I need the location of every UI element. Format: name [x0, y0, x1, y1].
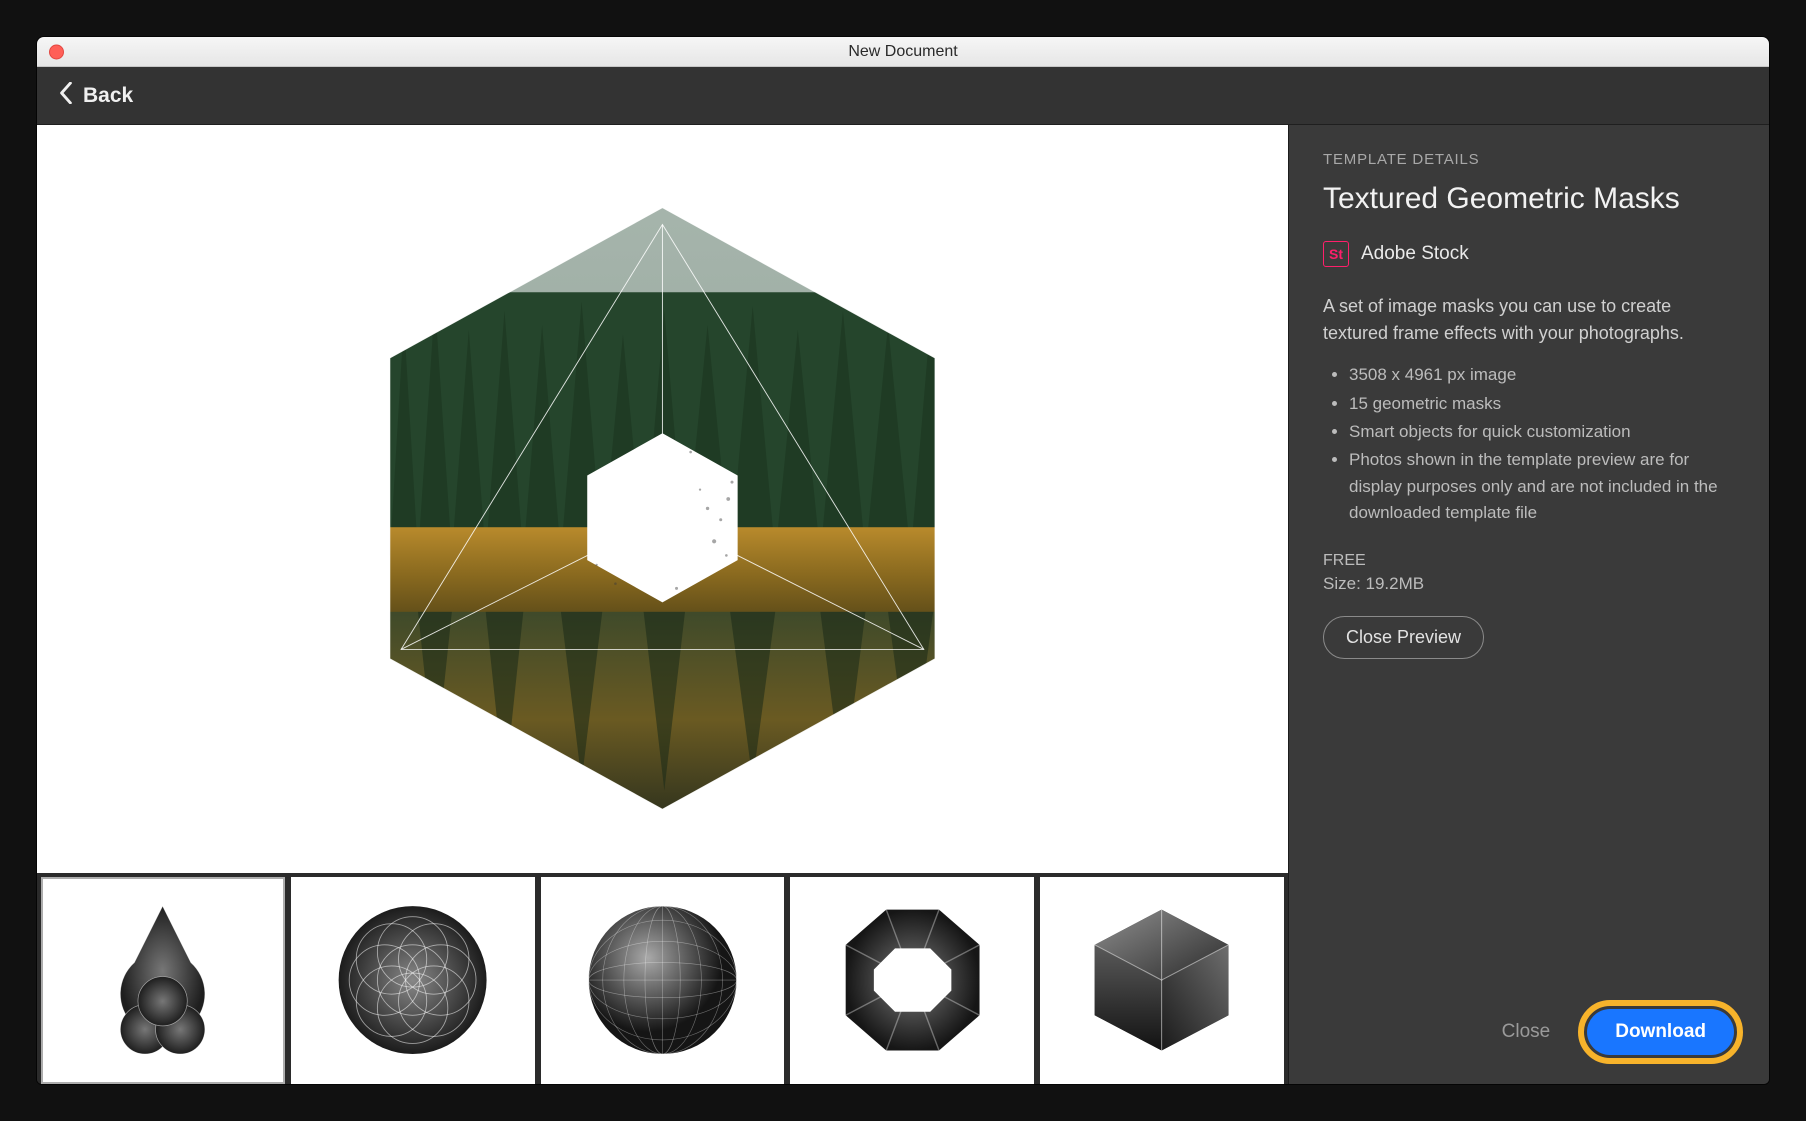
thumbnail-5[interactable]	[1040, 877, 1284, 1084]
thumbnail-4[interactable]	[790, 877, 1034, 1084]
thumbnail-strip	[37, 873, 1288, 1084]
main-preview[interactable]	[37, 125, 1288, 873]
top-nav-bar: Back	[37, 67, 1769, 125]
template-description: A set of image masks you can use to crea…	[1323, 293, 1735, 349]
preview-panel	[37, 125, 1289, 1084]
thumbnail-2[interactable]	[291, 877, 535, 1084]
thumbnail-3[interactable]	[541, 877, 785, 1084]
back-button-label: Back	[83, 84, 133, 108]
preview-hexagon-mask-icon	[112, 170, 1213, 828]
new-document-window: New Document Back	[36, 36, 1770, 1085]
template-title: Textured Geometric Masks	[1323, 182, 1735, 217]
chevron-left-icon	[59, 82, 73, 110]
template-details-panel: TEMPLATE DETAILS Textured Geometric Mask…	[1289, 125, 1769, 1084]
sphere-grid-icon	[559, 892, 766, 1068]
download-highlight-ring: Download	[1578, 1000, 1743, 1064]
window-controls	[49, 44, 64, 59]
thumbnail-1[interactable]	[41, 877, 285, 1084]
close-button[interactable]: Close	[1484, 1007, 1569, 1057]
download-button[interactable]: Download	[1587, 1009, 1734, 1055]
feature-item: Smart objects for quick customization	[1349, 419, 1735, 445]
overlap-circles-icon	[309, 892, 516, 1068]
close-preview-button[interactable]: Close Preview	[1323, 616, 1484, 659]
template-feature-list: 3508 x 4961 px image 15 geometric masks …	[1323, 362, 1735, 528]
teardrop-circles-icon	[59, 892, 266, 1068]
window-title: New Document	[848, 43, 957, 61]
adobe-stock-icon: St	[1323, 241, 1349, 267]
dialog-footer-buttons: Close Download	[1484, 1000, 1743, 1064]
template-source: St Adobe Stock	[1323, 241, 1735, 267]
feature-item: Photos shown in the template preview are…	[1349, 447, 1735, 526]
details-section-label: TEMPLATE DETAILS	[1323, 151, 1735, 168]
template-price: FREE	[1323, 552, 1735, 570]
template-size: Size: 19.2MB	[1323, 574, 1735, 594]
close-window-button[interactable]	[49, 44, 64, 59]
feature-item: 3508 x 4961 px image	[1349, 362, 1735, 388]
back-button[interactable]: Back	[59, 82, 133, 110]
template-source-label: Adobe Stock	[1361, 243, 1469, 265]
aperture-octagon-icon	[809, 892, 1016, 1068]
cube-hexagon-icon	[1058, 892, 1265, 1068]
window-titlebar: New Document	[37, 37, 1769, 67]
feature-item: 15 geometric masks	[1349, 391, 1735, 417]
